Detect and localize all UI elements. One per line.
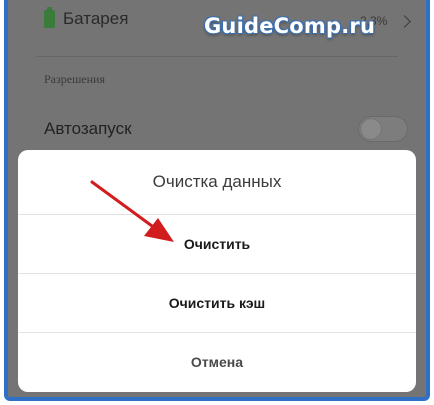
chevron-right-icon: [398, 15, 411, 28]
watermark: GuideComp.ru: [204, 14, 376, 38]
clear-cache-button[interactable]: Очистить кэш: [18, 273, 416, 331]
settings-screen: Батарея 2,3% GuideComp.ru Разрешения Авт…: [8, 0, 426, 397]
section-header-permissions: Разрешения: [44, 72, 105, 86]
cancel-button[interactable]: Отмена: [18, 332, 416, 390]
battery-icon: [44, 7, 55, 28]
autorun-row[interactable]: Автозапуск: [8, 104, 426, 150]
autorun-toggle[interactable]: [358, 116, 408, 142]
dialog-title: Очистка данных: [152, 172, 282, 191]
clear-button[interactable]: Очистить: [18, 214, 416, 272]
battery-label: Батарея: [63, 9, 129, 28]
divider: [36, 56, 398, 57]
annotation-arrow-icon: [90, 180, 174, 242]
toggle-knob: [361, 119, 381, 139]
autorun-label: Автозапуск: [44, 119, 132, 138]
screenshot-frame: Батарея 2,3% GuideComp.ru Разрешения Авт…: [4, 0, 430, 401]
clear-data-dialog: Очистка данных Очистить Очистить кэш Отм…: [18, 150, 416, 392]
